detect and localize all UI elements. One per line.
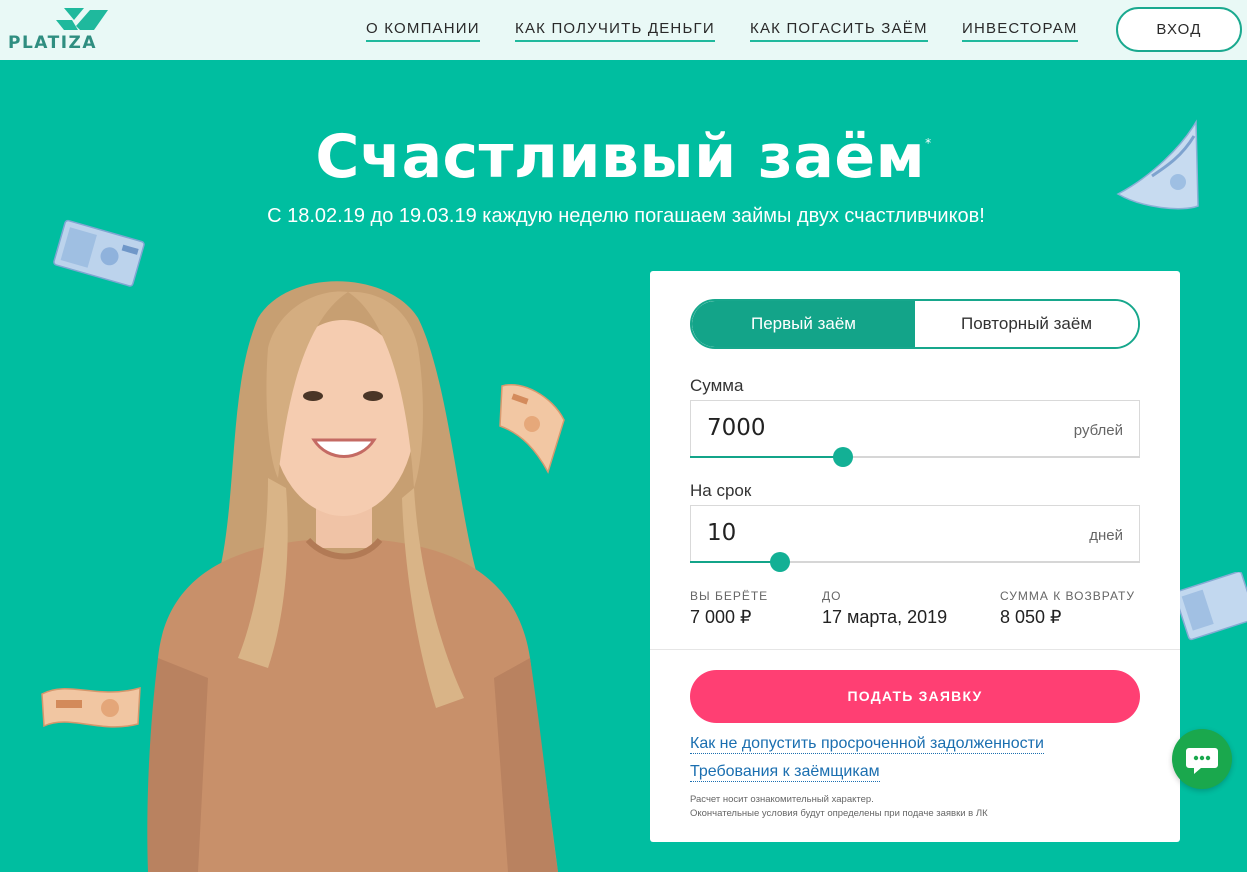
summary-until-value: 17 марта, 2019 bbox=[822, 607, 948, 627]
term-field[interactable]: 10 дней bbox=[690, 505, 1140, 561]
term-unit: дней bbox=[1089, 527, 1123, 544]
loan-type-toggle: Первый заём Повторный заём bbox=[690, 299, 1140, 349]
term-slider-handle[interactable] bbox=[770, 552, 790, 572]
link-borrower-requirements[interactable]: Требования к заёмщикам bbox=[690, 763, 880, 782]
hero-title-text: Счастливый заём bbox=[315, 122, 926, 192]
banknote-edge-right-illustration bbox=[1175, 572, 1247, 641]
term-label: На срок bbox=[690, 481, 752, 500]
summary-you-take-value: 7 000 ₽ bbox=[690, 607, 752, 627]
amount-slider-handle[interactable] bbox=[833, 447, 853, 467]
logo-text: PLATIZA bbox=[8, 33, 98, 53]
loan-calculator-card: Первый заём Повторный заём Сумма 7000 ру… bbox=[650, 271, 1180, 842]
chat-bubble-icon bbox=[1186, 748, 1218, 774]
logo[interactable]: PLATIZA bbox=[8, 6, 108, 54]
smiling-woman-illustration bbox=[147, 281, 558, 872]
summary-you-take-label: ВЫ БЕРЁТЕ bbox=[690, 589, 769, 603]
summary-repay-amount-value: 8 050 ₽ bbox=[1000, 607, 1062, 627]
tab-first-loan[interactable]: Первый заём bbox=[692, 301, 915, 347]
summary-until: ДО 17 марта, 2019 bbox=[822, 589, 947, 628]
amount-value: 7000 bbox=[707, 415, 766, 441]
link-avoid-overdue[interactable]: Как не допустить просроченной задолженно… bbox=[690, 735, 1044, 754]
amount-unit: рублей bbox=[1073, 422, 1123, 439]
disclaimer-line-2: Окончательные условия будут определены п… bbox=[690, 808, 988, 819]
amount-label: Сумма bbox=[690, 376, 744, 395]
platiza-logo-icon bbox=[56, 8, 108, 30]
banknote-curled-top-illustration bbox=[1116, 119, 1199, 210]
tab-repeat-loan[interactable]: Повторный заём bbox=[915, 301, 1138, 347]
login-button[interactable]: ВХОД bbox=[1116, 7, 1242, 52]
nav-link-company[interactable]: О КОМПАНИИ bbox=[366, 20, 480, 42]
disclaimer: Расчет носит ознакомительный характер. О… bbox=[690, 793, 988, 821]
summary-repay-amount-label: СУММА К ВОЗВРАТУ bbox=[1000, 589, 1135, 603]
site-header: PLATIZA О КОМПАНИИ КАК ПОЛУЧИТЬ ДЕНЬГИ К… bbox=[0, 0, 1247, 60]
submit-application-button[interactable]: ПОДАТЬ ЗАЯВКУ bbox=[690, 670, 1140, 723]
term-slider-fill bbox=[690, 561, 780, 563]
amount-slider-fill bbox=[690, 456, 843, 458]
amount-slider[interactable] bbox=[690, 447, 1140, 467]
summary-until-label: ДО bbox=[822, 589, 842, 603]
amount-field[interactable]: 7000 рублей bbox=[690, 400, 1140, 456]
summary-you-take: ВЫ БЕРЁТЕ 7 000 ₽ bbox=[690, 589, 768, 628]
hero-title: Счастливый заём* bbox=[0, 122, 1247, 192]
term-slider[interactable] bbox=[690, 552, 1140, 572]
nav-link-get-money[interactable]: КАК ПОЛУЧИТЬ ДЕНЬГИ bbox=[515, 20, 715, 42]
disclaimer-line-1: Расчет носит ознакомительный характер. bbox=[690, 794, 874, 805]
hero-subtitle: С 18.02.19 до 19.03.19 каждую неделю пог… bbox=[267, 205, 985, 227]
hero-title-footnote-mark: * bbox=[925, 136, 932, 150]
nav-link-investors[interactable]: ИНВЕСТОРАМ bbox=[962, 20, 1078, 42]
chat-button[interactable] bbox=[1172, 729, 1232, 789]
term-value: 10 bbox=[707, 520, 737, 546]
summary-repay-amount: СУММА К ВОЗВРАТУ 8 050 ₽ bbox=[1000, 589, 1135, 628]
card-divider bbox=[650, 649, 1180, 650]
nav-link-repay-loan[interactable]: КАК ПОГАСИТЬ ЗАЁМ bbox=[750, 20, 928, 42]
